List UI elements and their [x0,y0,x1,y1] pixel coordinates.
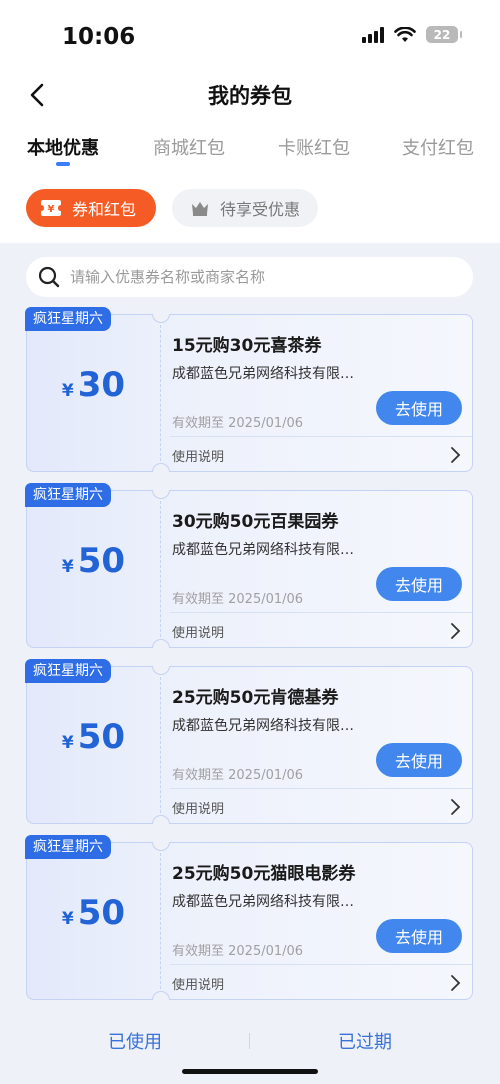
tab-local-offers[interactable]: 本地优惠 [27,134,99,160]
coupon-amount: ¥30 [27,365,160,405]
chip-label: 待享受优惠 [220,200,301,219]
coupon-notch [152,842,170,851]
coupon-merchant: 成都蓝色兄弟网络科技有限… [172,894,354,910]
amount-value: 50 [77,541,126,581]
amount-value: 30 [77,365,126,405]
status-bar: 10:06 22 [0,0,500,72]
signal-icon [362,26,384,43]
crown-icon [190,199,210,217]
tab-mall-red-packet[interactable]: 商城红包 [153,134,225,160]
chip-pending-offers[interactable]: 待享受优惠 [172,189,318,227]
coupon-title: 25元购50元肯德基券 [172,688,339,708]
amount-value: 50 [77,717,126,757]
coupon-card: 疯狂星期六 ¥50 30元购50元百果园券 成都蓝色兄弟网络科技有限… 有效期至… [25,483,473,648]
coupon-expiry: 有效期至 2025/01/06 [172,768,304,783]
coupon-list-area: 疯狂星期六 ¥30 15元购30元喜茶券 成都蓝色兄弟网络科技有限… 有效期至 … [0,243,500,1084]
coupon-separator [170,964,472,965]
coupon-card: 疯狂星期六 ¥50 25元购50元猫眼电影券 成都蓝色兄弟网络科技有限… 有效期… [25,835,473,1000]
coupon-merchant: 成都蓝色兄弟网络科技有限… [172,542,354,558]
ticket-icon: ¥ [40,199,62,217]
coupon-notch [152,815,170,824]
tab-payment-red-packet[interactable]: 支付红包 [402,134,474,160]
coupon-notch [152,666,170,675]
coupon-amount: ¥50 [27,717,160,757]
coupon-notch [152,314,170,323]
status-time: 10:06 [62,24,136,50]
coupon-title: 30元购50元百果园券 [172,512,339,532]
nav-bar: 我的券包 [0,72,500,120]
coupon-separator [170,612,472,613]
coupon-notch [152,490,170,499]
tab-card-red-packet[interactable]: 卡账红包 [278,134,350,160]
chip-coupons-red-packets[interactable]: ¥ 券和红包 [26,189,156,227]
coupon-tag: 疯狂星期六 [25,483,111,507]
coupon-amount: ¥50 [27,893,160,933]
coupon-notch [152,639,170,648]
coupon-expiry: 有效期至 2025/01/06 [172,944,304,959]
chevron-right-icon[interactable] [448,621,462,641]
bottom-divider [249,1033,250,1049]
coupon-title: 25元购50元猫眼电影券 [172,864,356,884]
coupon-card: 疯狂星期六 ¥30 15元购30元喜茶券 成都蓝色兄弟网络科技有限… 有效期至 … [25,307,473,472]
coupon-tag: 疯狂星期六 [25,307,111,331]
coupon-title: 15元购30元喜茶券 [172,336,322,356]
coupon-amount: ¥50 [27,541,160,581]
use-button[interactable]: 去使用 [376,743,462,777]
coupon-notch [152,991,170,1000]
coupon-divider [160,677,161,813]
tab-bar: 本地优惠 商城红包 卡账红包 支付红包 [0,120,500,174]
coupon-divider [160,325,161,461]
svg-text:¥: ¥ [48,204,55,215]
tab-indicator [56,162,70,166]
currency-symbol: ¥ [61,381,74,401]
coupon-separator [170,788,472,789]
search-input[interactable] [70,268,450,286]
coupon-expiry: 有效期至 2025/01/06 [172,592,304,607]
use-button[interactable]: 去使用 [376,567,462,601]
coupon-expiry: 有效期至 2025/01/06 [172,416,304,431]
chevron-right-icon[interactable] [448,973,462,993]
coupon-divider [160,853,161,989]
coupon-divider [160,501,161,637]
chevron-right-icon[interactable] [448,797,462,817]
wifi-icon [394,26,416,43]
battery-icon: 22 [426,26,462,43]
filter-chips: ¥ 券和红包 待享受优惠 [0,174,500,234]
use-button[interactable]: 去使用 [376,391,462,425]
coupon-separator [170,436,472,437]
currency-symbol: ¥ [61,557,74,577]
instructions-link[interactable]: 使用说明 [172,622,224,641]
instructions-link[interactable]: 使用说明 [172,446,224,465]
instructions-link[interactable]: 使用说明 [172,798,224,817]
search-icon [38,266,60,288]
home-indicator [182,1069,318,1074]
coupon-card: 疯狂星期六 ¥50 25元购50元肯德基券 成都蓝色兄弟网络科技有限… 有效期至… [25,659,473,824]
chevron-right-icon[interactable] [448,445,462,465]
coupon-tag: 疯狂星期六 [25,659,111,683]
instructions-link[interactable]: 使用说明 [172,974,224,993]
currency-symbol: ¥ [61,909,74,929]
amount-value: 50 [77,893,126,933]
coupon-merchant: 成都蓝色兄弟网络科技有限… [172,366,354,382]
chip-label: 券和红包 [72,200,137,219]
currency-symbol: ¥ [61,733,74,753]
page-title: 我的券包 [208,84,292,108]
expired-link[interactable]: 已过期 [338,1028,392,1054]
use-button[interactable]: 去使用 [376,919,462,953]
coupon-merchant: 成都蓝色兄弟网络科技有限… [172,718,354,734]
bottom-links: 已使用 已过期 [0,1026,500,1056]
status-icons: 22 [362,26,462,43]
coupon-notch [152,463,170,472]
search-bar[interactable] [26,257,473,297]
used-link[interactable]: 已使用 [108,1028,162,1054]
coupon-tag: 疯狂星期六 [25,835,111,859]
